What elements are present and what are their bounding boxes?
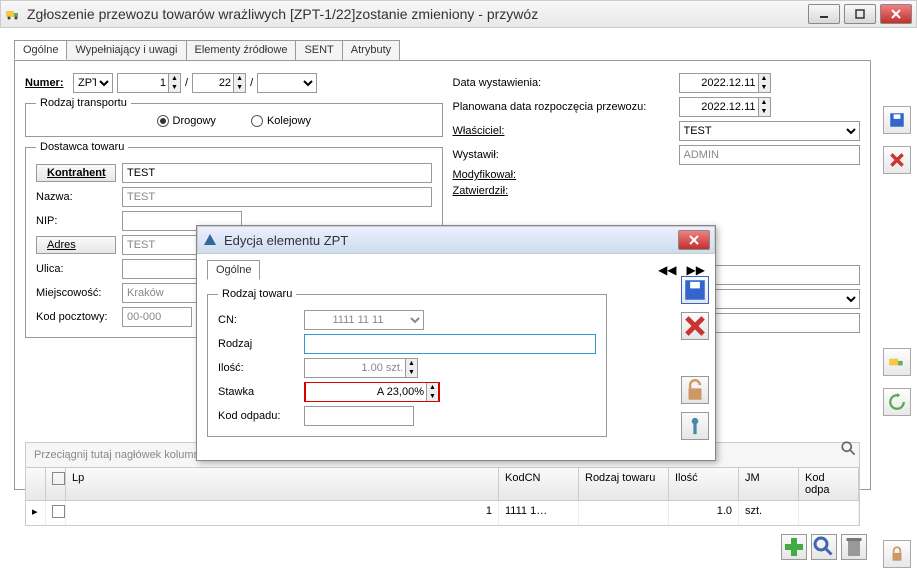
datawyst-input[interactable]: ▲▼ — [679, 73, 771, 93]
tab-elementy[interactable]: Elementy źródłowe — [186, 40, 297, 60]
table-row[interactable]: ▸ 1 1111 1… 1.0 szt. — [25, 501, 860, 526]
kododp-label: Kod odpadu: — [218, 410, 298, 422]
kontrahent-input[interactable] — [122, 163, 432, 183]
wystawil-label: Wystawił: — [453, 149, 673, 161]
col-ilosc[interactable]: Ilość — [669, 468, 739, 500]
rodzaj-label: Rodzaj — [218, 338, 298, 350]
tab-atrybuty[interactable]: Atrybuty — [342, 40, 400, 60]
edit-dialog: Edycja elementu ZPT Ogólne ◀◀ ▶▶ Rodzaj … — [196, 225, 716, 461]
kod-label: Kod pocztowy: — [36, 311, 116, 323]
view-row-button[interactable] — [811, 534, 837, 560]
rodzaj-legend: Rodzaj towaru — [218, 288, 296, 300]
radio-road[interactable]: Drogowy — [157, 115, 216, 127]
transport-legend: Rodzaj transportu — [36, 97, 131, 109]
col-rodzaj[interactable]: Rodzaj towaru — [579, 468, 669, 500]
dialog-icon — [202, 232, 218, 248]
close-button[interactable] — [880, 4, 912, 24]
plan-input[interactable]: ▲▼ — [679, 97, 771, 117]
wlasc-label: Właściciel: — [453, 125, 673, 137]
number-prefix[interactable]: ZPT — [73, 73, 113, 93]
miej-label: Miejscowość: — [36, 287, 116, 299]
adres-button[interactable]: Adres — [36, 236, 116, 254]
plan-label: Planowana data rozpoczęcia przewozu: — [453, 101, 673, 113]
next-record-button[interactable]: ▶▶ — [687, 263, 705, 277]
number3-select[interactable] — [257, 73, 317, 93]
main-titlebar: Zgłoszenie przewozu towarów wrażliwych [… — [0, 0, 917, 28]
col-kododpa[interactable]: Kod odpa — [799, 468, 859, 500]
datawyst-label: Data wystawienia: — [453, 77, 673, 89]
dostawca-legend: Dostawca towaru — [36, 141, 128, 153]
kod-input[interactable] — [122, 307, 192, 327]
search-icon[interactable] — [840, 440, 858, 461]
save-button[interactable] — [883, 106, 911, 134]
ilosc-label: Ilość: — [218, 362, 298, 374]
stawka-label: Stawka — [218, 386, 298, 398]
cn-label: CN: — [218, 314, 298, 326]
cn-select[interactable]: 1111 11 11 — [304, 310, 424, 330]
tab-wypelniajacy[interactable]: Wypełniający i uwagi — [66, 40, 186, 60]
dialog-title: Edycja elementu ZPT — [224, 233, 678, 248]
dialog-close-button[interactable] — [678, 230, 710, 250]
rodzaj-towaru-fieldset: Rodzaj towaru CN: 1111 11 11 Rodzaj Ilość… — [207, 288, 607, 437]
wlasc-select[interactable]: TEST — [679, 121, 861, 141]
number1-input[interactable]: ▲▼ — [117, 73, 181, 93]
stawka-input[interactable]: ▲▼ — [304, 382, 440, 402]
dialog-unlock-button[interactable] — [681, 376, 709, 404]
number-row: Numer: ZPT ▲▼ / ▲▼ / — [25, 73, 443, 93]
tab-sent[interactable]: SENT — [295, 40, 342, 60]
kontrahent-button[interactable]: Kontrahent — [36, 164, 116, 182]
dialog-cancel-button[interactable] — [681, 312, 709, 340]
refresh-button[interactable] — [883, 388, 911, 416]
dialog-pin-button[interactable] — [681, 412, 709, 440]
main-tabs: Ogólne Wypełniający i uwagi Elementy źró… — [14, 40, 917, 60]
nazwa-label: Nazwa: — [36, 191, 116, 203]
number2-input[interactable]: ▲▼ — [192, 73, 246, 93]
rodzaj-input[interactable] — [304, 334, 596, 354]
transport-fieldset: Rodzaj transportu Drogowy Kolejowy — [25, 97, 443, 137]
col-lp[interactable]: Lp — [66, 468, 499, 500]
zatw-label: Zatwierdził: — [453, 185, 673, 197]
wystawil-input — [679, 145, 861, 165]
mod-label: Modyfikował: — [453, 169, 673, 181]
window-buttons — [808, 4, 912, 24]
truck-icon — [5, 6, 21, 22]
cancel-button[interactable] — [883, 146, 911, 174]
number-label: Numer: — [25, 77, 64, 89]
maximize-button[interactable] — [844, 4, 876, 24]
radio-rail[interactable]: Kolejowy — [251, 115, 311, 127]
row-checkbox[interactable] — [52, 505, 65, 518]
nazwa-input[interactable] — [122, 187, 432, 207]
ulica-label: Ulica: — [36, 263, 116, 275]
truck-action-button[interactable] — [883, 348, 911, 376]
dialog-titlebar: Edycja elementu ZPT — [197, 226, 715, 254]
add-row-button[interactable] — [781, 534, 807, 560]
grid-header: Lp KodCN Rodzaj towaru Ilość JM Kod odpa — [25, 468, 860, 501]
dialog-tab-ogolne[interactable]: Ogólne — [207, 260, 260, 280]
lock-button[interactable] — [883, 540, 911, 568]
kododp-input[interactable] — [304, 406, 414, 426]
nip-label: NIP: — [36, 215, 116, 227]
tab-ogolne[interactable]: Ogólne — [14, 40, 67, 60]
delete-row-button[interactable] — [841, 534, 867, 560]
dialog-save-button[interactable] — [681, 276, 709, 304]
minimize-button[interactable] — [808, 4, 840, 24]
prev-record-button[interactable]: ◀◀ — [658, 263, 676, 277]
window-title: Zgłoszenie przewozu towarów wrażliwych [… — [27, 6, 808, 22]
ilosc-input[interactable]: ▲▼ — [304, 358, 418, 378]
select-all-checkbox[interactable] — [52, 472, 65, 485]
col-jm[interactable]: JM — [739, 468, 799, 500]
col-kodcn[interactable]: KodCN — [499, 468, 579, 500]
